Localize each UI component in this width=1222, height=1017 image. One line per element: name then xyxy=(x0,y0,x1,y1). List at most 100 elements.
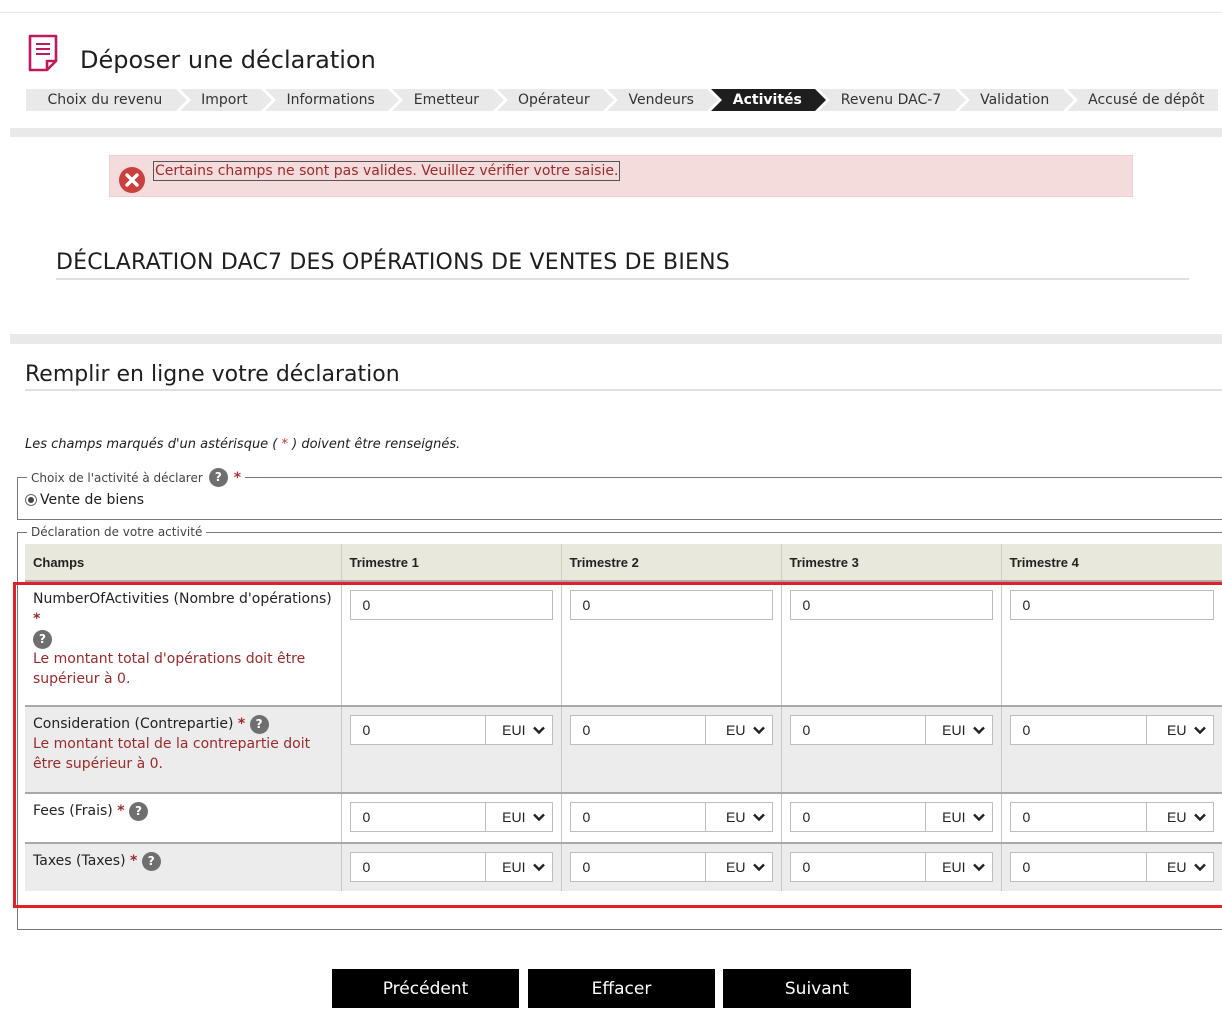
q2-amount-field: 0 EU xyxy=(569,852,773,882)
q3-amount-field: 0 EUI xyxy=(789,802,993,832)
chevron-down-icon xyxy=(1193,813,1206,822)
activity-choice-legend: Choix de l'activité à déclarer ? * xyxy=(27,468,246,487)
section-title: DÉCLARATION DAC7 DES OPÉRATIONS DE VENTE… xyxy=(56,250,730,275)
field-error: Le montant total d'opérations doit être … xyxy=(33,651,306,687)
field-label-cell: NumberOfActivities (Nombre d'opérations)… xyxy=(25,580,342,706)
section-divider xyxy=(10,128,1222,137)
chevron-down-icon xyxy=(752,726,765,735)
help-icon[interactable]: ? xyxy=(249,714,269,734)
chevron-down-icon xyxy=(752,813,765,822)
step-revenu-dac7[interactable]: Revenu DAC-7 xyxy=(819,89,966,111)
title-underline xyxy=(56,278,1189,280)
column-header: Trimestre 1 xyxy=(341,544,562,581)
clear-button[interactable]: Effacer xyxy=(528,969,715,1008)
step-informations[interactable]: Informations xyxy=(265,89,400,111)
document-icon xyxy=(28,34,58,72)
currency-select[interactable]: EUI xyxy=(926,803,992,831)
q1-amount-input[interactable]: 0 xyxy=(351,853,486,881)
column-header: Trimestre 3 xyxy=(781,544,1002,581)
column-header: Trimestre 4 xyxy=(1001,544,1222,581)
q1-amount-field: 0 EUI xyxy=(349,852,553,882)
currency-select[interactable]: EUI xyxy=(486,853,552,881)
q2-amount-field: 0 EU xyxy=(569,802,773,832)
error-message: Certains champs ne sont pas valides. Veu… xyxy=(153,161,621,181)
declaration-table: Champs Trimestre 1 Trimestre 2 Trimestre… xyxy=(25,544,1222,891)
q2-amount-input[interactable]: 0 xyxy=(571,716,706,744)
help-icon[interactable]: ? xyxy=(141,851,161,871)
page-title: Déposer une déclaration xyxy=(80,46,376,74)
q2-amount-input[interactable]: 0 xyxy=(571,803,706,831)
help-icon[interactable]: ? xyxy=(33,629,52,649)
field-error: Le montant total de la contrepartie doit… xyxy=(33,736,311,772)
step-emetteur[interactable]: Emetteur xyxy=(392,89,504,111)
chevron-down-icon xyxy=(1193,726,1206,735)
chevron-down-icon xyxy=(752,863,765,872)
q2-number-input[interactable]: 0 xyxy=(569,590,773,620)
currency-select[interactable]: EU xyxy=(1147,853,1213,881)
column-header: Champs xyxy=(25,544,342,581)
error-circle-icon xyxy=(119,167,145,193)
q1-amount-input[interactable]: 0 xyxy=(351,716,486,744)
section-divider xyxy=(10,334,1222,344)
q3-amount-field: 0 EUI xyxy=(789,852,993,882)
field-label: Taxes (Taxes) xyxy=(33,853,126,869)
currency-select[interactable]: EUI xyxy=(486,803,552,831)
currency-select[interactable]: EU xyxy=(706,853,772,881)
q3-amount-input[interactable]: 0 xyxy=(791,853,926,881)
step-import[interactable]: Import xyxy=(179,89,273,111)
chevron-down-icon xyxy=(532,726,545,735)
radio-selected[interactable] xyxy=(25,494,37,506)
step-validation[interactable]: Validation xyxy=(958,89,1074,111)
q1-number-input[interactable]: 0 xyxy=(349,590,553,620)
activity-option[interactable]: Vente de biens xyxy=(25,492,144,508)
q3-amount-input[interactable]: 0 xyxy=(791,716,926,744)
step-operateur[interactable]: Opérateur xyxy=(496,89,614,111)
currency-select[interactable]: EU xyxy=(706,803,772,831)
q1-amount-field: 0 EUI xyxy=(349,802,553,832)
q2-amount-field: 0 EU xyxy=(569,715,773,745)
help-icon[interactable]: ? xyxy=(128,801,148,821)
q3-amount-input[interactable]: 0 xyxy=(791,803,926,831)
q4-amount-field: 0 EU xyxy=(1009,715,1214,745)
currency-select[interactable]: EU xyxy=(1147,716,1213,744)
q4-amount-input[interactable]: 0 xyxy=(1011,803,1147,831)
top-divider xyxy=(0,12,1222,13)
column-header: Trimestre 2 xyxy=(561,544,782,581)
step-vendeurs[interactable]: Vendeurs xyxy=(607,89,719,111)
q3-number-input[interactable]: 0 xyxy=(789,590,993,620)
step-activites[interactable]: Activités xyxy=(711,89,827,111)
table-row: Taxes (Taxes) * ? 0 EUI 0 EU 0 EUI 0 EU xyxy=(25,842,1222,891)
q4-amount-input[interactable]: 0 xyxy=(1011,853,1147,881)
currency-select[interactable]: EUI xyxy=(926,853,992,881)
field-label: NumberOfActivities (Nombre d'opérations) xyxy=(33,591,332,607)
field-label-cell: Fees (Frais) * ? xyxy=(25,792,342,843)
step-choix-du-revenu[interactable]: Choix du revenu xyxy=(26,89,187,111)
q1-amount-input[interactable]: 0 xyxy=(351,803,486,831)
declaration-legend: Déclaration de votre activité xyxy=(27,525,207,539)
currency-select[interactable]: EU xyxy=(1147,803,1213,831)
title-underline xyxy=(25,389,1222,391)
q1-amount-field: 0 EUI xyxy=(349,715,553,745)
next-button[interactable]: Suivant xyxy=(723,969,911,1008)
chevron-down-icon xyxy=(972,813,985,822)
help-icon[interactable]: ? xyxy=(208,468,228,487)
currency-select[interactable]: EUI xyxy=(926,716,992,744)
q4-amount-field: 0 EU xyxy=(1009,852,1214,882)
table-row: Consideration (Contrepartie) * ? Le mont… xyxy=(25,705,1222,793)
field-label-cell: Taxes (Taxes) * ? xyxy=(25,842,342,891)
chevron-down-icon xyxy=(532,863,545,872)
progress-stepper: Choix du revenu Import Informations Emet… xyxy=(26,89,1222,111)
q4-amount-field: 0 EU xyxy=(1009,802,1214,832)
q4-number-input[interactable]: 0 xyxy=(1009,590,1214,620)
table-header-row: Champs Trimestre 1 Trimestre 2 Trimestre… xyxy=(25,544,1222,581)
currency-select[interactable]: EU xyxy=(706,716,772,744)
q2-amount-input[interactable]: 0 xyxy=(571,853,706,881)
currency-select[interactable]: EUI xyxy=(486,716,552,744)
chevron-down-icon xyxy=(532,813,545,822)
field-label: Fees (Frais) xyxy=(33,803,113,819)
step-accuse-de-depot[interactable]: Accusé de dépôt xyxy=(1066,89,1218,111)
previous-button[interactable]: Précédent xyxy=(332,969,519,1008)
chevron-down-icon xyxy=(1193,863,1206,872)
field-label: Consideration (Contrepartie) xyxy=(33,716,234,732)
q4-amount-input[interactable]: 0 xyxy=(1011,716,1147,744)
